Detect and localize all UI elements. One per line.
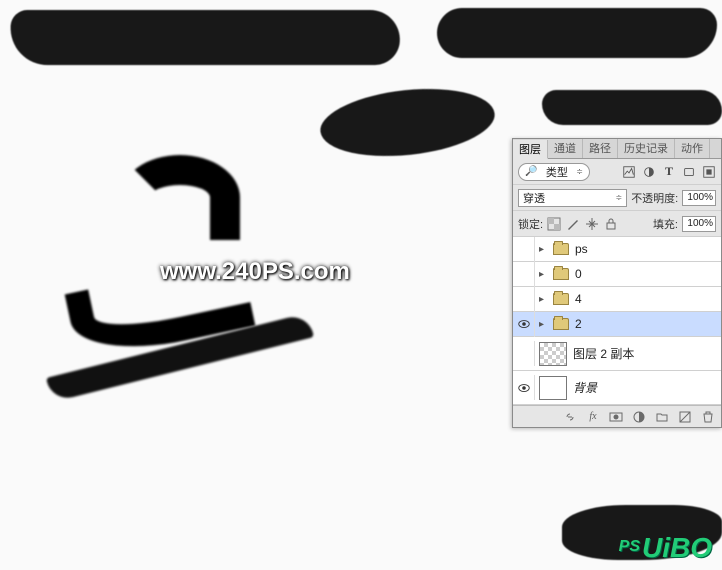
fill-input[interactable]: 100%: [682, 216, 716, 232]
layer-name-label: 0: [575, 267, 582, 281]
visibility-toggle[interactable]: [513, 341, 535, 366]
delete-layer-icon[interactable]: [701, 410, 715, 424]
filter-text-icon[interactable]: T: [662, 165, 676, 179]
layer-row[interactable]: ▸ 2: [513, 312, 721, 337]
layer-row[interactable]: 图层 2 副本: [513, 337, 721, 371]
visibility-toggle[interactable]: [513, 287, 535, 312]
layer-row[interactable]: ▸ 4: [513, 287, 721, 312]
filter-type-select[interactable]: 🔎 类型 ≑: [518, 163, 590, 181]
lock-all-icon[interactable]: [604, 217, 618, 231]
layer-row[interactable]: ▸ 0: [513, 262, 721, 287]
visibility-toggle[interactable]: [513, 237, 535, 262]
brush-stroke-two: [120, 155, 240, 240]
fill-label: 填充:: [653, 216, 678, 232]
site-logo-main: UiBO: [642, 532, 712, 563]
layer-filter-row: 🔎 类型 ≑ T: [513, 159, 721, 185]
disclosure-triangle-icon[interactable]: ▸: [539, 294, 547, 305]
layers-panel: 图层 通道 路径 历史记录 动作 🔎 类型 ≑ T 穿透 ≑ 不透明度: 100…: [512, 138, 722, 428]
tab-history[interactable]: 历史记录: [618, 139, 675, 158]
site-logo: PSUiBO: [619, 532, 712, 564]
new-layer-icon[interactable]: [678, 410, 692, 424]
layer-list: ▸ ps ▸ 0 ▸ 4: [513, 237, 721, 405]
adjustment-layer-icon[interactable]: [632, 410, 646, 424]
lock-transparency-icon[interactable]: [547, 217, 561, 231]
layer-name-label: ps: [575, 242, 588, 256]
opacity-input[interactable]: 100%: [682, 190, 716, 206]
brush-stroke: [542, 90, 722, 125]
visibility-toggle[interactable]: [513, 262, 535, 287]
tab-actions[interactable]: 动作: [675, 139, 710, 158]
lock-pixels-icon[interactable]: [566, 217, 580, 231]
filter-shape-icon[interactable]: [682, 165, 696, 179]
filter-smart-icon[interactable]: [702, 165, 716, 179]
new-group-icon[interactable]: [655, 410, 669, 424]
panel-footer: fx: [513, 405, 721, 427]
watermark-text: www.240PS.com: [160, 258, 350, 286]
filter-pixel-icon[interactable]: [622, 165, 636, 179]
folder-icon: [553, 318, 569, 330]
layer-name-label: 图层 2 副本: [573, 345, 634, 362]
layer-row[interactable]: 背景: [513, 371, 721, 405]
brush-stroke: [437, 8, 717, 58]
filter-adjust-icon[interactable]: [642, 165, 656, 179]
dropdown-caret-icon: ≑: [615, 193, 622, 202]
link-layers-icon[interactable]: [563, 410, 577, 424]
dropdown-caret-icon: ≑: [576, 167, 583, 176]
lock-label: 锁定:: [518, 216, 543, 232]
lock-position-icon[interactable]: [585, 217, 599, 231]
layer-thumbnail: [539, 342, 567, 366]
fx-icon[interactable]: fx: [586, 410, 600, 424]
panel-tabs: 图层 通道 路径 历史记录 动作: [513, 139, 721, 159]
blend-mode-select[interactable]: 穿透 ≑: [518, 189, 627, 207]
layer-name-label: 2: [575, 317, 582, 331]
tab-paths[interactable]: 路径: [583, 139, 618, 158]
blend-opacity-row: 穿透 ≑ 不透明度: 100%: [513, 185, 721, 211]
layer-name-label: 背景: [573, 379, 597, 396]
layer-row[interactable]: ▸ ps: [513, 237, 721, 262]
layer-name-label: 4: [575, 292, 582, 306]
site-logo-small: PS: [619, 538, 640, 556]
folder-icon: [553, 243, 569, 255]
filter-type-label: 类型: [546, 164, 568, 180]
disclosure-triangle-icon[interactable]: ▸: [539, 269, 547, 280]
folder-icon: [553, 293, 569, 305]
folder-icon: [553, 268, 569, 280]
disclosure-triangle-icon[interactable]: ▸: [539, 244, 547, 255]
visibility-toggle[interactable]: [513, 312, 535, 337]
blend-mode-value: 穿透: [523, 190, 545, 206]
tab-layers[interactable]: 图层: [513, 140, 548, 159]
brush-stroke: [9, 10, 402, 65]
layer-thumbnail: [539, 376, 567, 400]
mask-icon[interactable]: [609, 410, 623, 424]
search-icon: 🔎: [525, 166, 537, 177]
tab-channels[interactable]: 通道: [548, 139, 583, 158]
disclosure-triangle-icon[interactable]: ▸: [539, 319, 547, 330]
lock-fill-row: 锁定: 填充: 100%: [513, 211, 721, 237]
visibility-toggle[interactable]: [513, 375, 535, 400]
opacity-label: 不透明度:: [631, 190, 678, 206]
